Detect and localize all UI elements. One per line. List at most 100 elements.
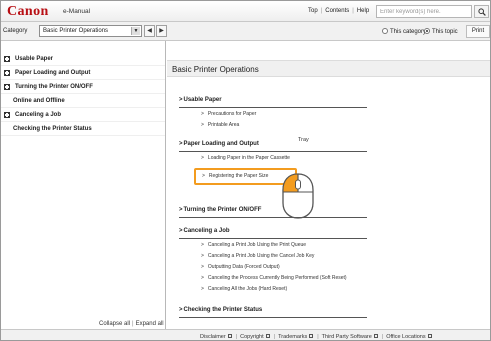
- footer-links: Disclaimer | Copyright | Trademarks | Third Pa…: [200, 334, 433, 340]
- topic-link-label: Precautions for Paper: [207, 111, 257, 117]
- radio-icon: [382, 28, 388, 34]
- bullet-icon: >: [201, 122, 204, 128]
- footer-link-office-locations[interactable]: Office Locations: [386, 334, 425, 340]
- section-title: Paper Loading and Output: [183, 141, 259, 147]
- topic-link-label: Printable Area: [207, 122, 240, 128]
- topic-link[interactable]: > Precautions for Paper: [201, 111, 256, 117]
- expand-all-link[interactable]: Expand all: [136, 321, 164, 327]
- header: Canon e-Manual Top | Contents | Help: [1, 1, 490, 22]
- sidebar-item-turning-on-off[interactable]: Turning the Printer ON/OFF: [1, 80, 165, 94]
- partial-link-text: Tray: [298, 137, 309, 143]
- section-title: Checking the Printer Status: [183, 307, 263, 313]
- chevron-right-icon: >: [179, 97, 183, 103]
- next-topic-button[interactable]: ▶: [156, 25, 167, 37]
- sidebar: Usable Paper Paper Loading and Output Tu…: [1, 41, 166, 329]
- chevron-right-icon: >: [179, 307, 183, 313]
- top-link[interactable]: Top: [308, 8, 318, 14]
- chevron-right-icon: >: [179, 207, 183, 213]
- category-bar: Category Basic Printer Operations ▼ ◀ ▶ …: [1, 22, 490, 41]
- section-heading-paper-loading[interactable]: >Paper Loading and Output: [179, 141, 367, 152]
- sidebar-item-label: Online and Offline: [13, 98, 65, 104]
- section-title: Usable Paper: [183, 97, 222, 103]
- footer-link-trademarks[interactable]: Trademarks: [278, 334, 307, 340]
- footer-link-copyright[interactable]: Copyright: [240, 334, 264, 340]
- sidebar-item-label: Checking the Printer Status: [13, 126, 92, 132]
- footer: Disclaimer | Copyright | Trademarks | Third Pa…: [1, 329, 490, 340]
- topic-link[interactable]: > Printable Area: [201, 122, 239, 128]
- product-name: e-Manual: [63, 8, 91, 15]
- scope-this-topic-label: This topic: [432, 29, 458, 35]
- bullet-icon: >: [201, 264, 204, 270]
- category-selected-value: Basic Printer Operations: [43, 28, 109, 34]
- sidebar-item-printer-status[interactable]: Checking the Printer Status: [1, 122, 165, 136]
- topic-link[interactable]: > Canceling a Print Job Using the Print Q…: [201, 242, 306, 248]
- section-heading-canceling-job[interactable]: >Canceling a Job: [179, 228, 367, 239]
- search-input[interactable]: [376, 5, 472, 18]
- bullet-icon: >: [201, 111, 204, 117]
- topic-link-highlighted[interactable]: > Registering the Paper Size: [202, 173, 268, 179]
- page-title-bar: Basic Printer Operations: [167, 60, 490, 77]
- page-title: Basic Printer Operations: [172, 65, 259, 74]
- separator: |: [320, 8, 323, 14]
- collapse-expand-controls: Collapse all | Expand all: [99, 321, 164, 327]
- search-icon: [478, 8, 486, 16]
- print-button[interactable]: Print: [466, 25, 490, 38]
- topic-link[interactable]: > Loading Paper in the Paper Cassette: [201, 155, 290, 161]
- bullet-icon: >: [201, 275, 204, 281]
- help-link[interactable]: Help: [357, 8, 369, 14]
- contents-link[interactable]: Contents: [325, 8, 349, 14]
- expand-icon[interactable]: [4, 84, 10, 90]
- previous-topic-button[interactable]: ◀: [144, 25, 155, 37]
- external-link-icon: [309, 334, 314, 338]
- sidebar-item-canceling-job[interactable]: Canceling a Job: [1, 108, 165, 122]
- topic-link[interactable]: > Canceling All the Jobs (Hard Reset): [201, 286, 287, 292]
- topic-link-label: Canceling All the Jobs (Hard Reset): [207, 286, 288, 292]
- bullet-icon: >: [201, 155, 204, 161]
- search-button[interactable]: [474, 5, 489, 18]
- bullet-icon: >: [201, 286, 204, 292]
- topic-link[interactable]: > Outputting Data (Forced Output): [201, 264, 280, 270]
- chevron-down-icon: ▼: [131, 27, 140, 35]
- scope-this-category-label: This category: [390, 29, 427, 35]
- topic-link-label: Outputting Data (Forced Output): [207, 264, 280, 270]
- section-heading-usable-paper[interactable]: >Usable Paper: [179, 97, 367, 108]
- top-navigation: Top | Contents | Help: [308, 8, 369, 14]
- separator: |: [235, 334, 238, 340]
- canon-logo: Canon: [7, 4, 49, 19]
- footer-link-disclaimer[interactable]: Disclaimer: [200, 334, 226, 340]
- radio-selected-icon: [424, 28, 430, 34]
- sidebar-item-usable-paper[interactable]: Usable Paper: [1, 52, 165, 66]
- scope-this-topic[interactable]: This topic: [424, 28, 458, 35]
- separator: |: [273, 334, 276, 340]
- separator: |: [381, 334, 384, 340]
- external-link-icon: [427, 334, 432, 338]
- footer-link-third-party[interactable]: Third Party Software: [322, 334, 372, 340]
- emanual-window: Canon e-Manual Top|Contents|Help Categor…: [0, 0, 491, 341]
- external-link-icon: [265, 334, 270, 338]
- expand-icon[interactable]: [4, 56, 10, 62]
- sidebar-item-paper-loading[interactable]: Paper Loading and Output: [1, 66, 165, 80]
- section-title: Turning the Printer ON/OFF: [183, 207, 262, 213]
- category-label: Category: [3, 28, 28, 34]
- topic-link[interactable]: > Canceling the Process Currently Being P…: [201, 275, 347, 281]
- category-select[interactable]: Basic Printer Operations ▼: [39, 25, 142, 37]
- external-link-icon: [227, 334, 232, 338]
- collapse-all-link[interactable]: Collapse all: [99, 321, 130, 327]
- expand-icon[interactable]: [4, 112, 10, 118]
- bullet-icon: >: [201, 242, 204, 248]
- sidebar-item-label: Paper Loading and Output: [15, 70, 91, 76]
- scope-this-category[interactable]: This category: [382, 28, 426, 35]
- sidebar-item-online-offline[interactable]: Online and Offline: [1, 94, 165, 108]
- topic-link-label: Canceling a Print Job Using the Cancel J…: [207, 253, 315, 259]
- section-heading-printer-status[interactable]: >Checking the Printer Status: [179, 307, 367, 318]
- separator: |: [132, 321, 134, 327]
- section-heading-turning-on-off[interactable]: >Turning the Printer ON/OFF: [179, 207, 367, 218]
- topic-link-label: Canceling the Process Currently Being Pe…: [207, 275, 347, 281]
- topic-link[interactable]: > Canceling a Print Job Using the Cancel …: [201, 253, 314, 259]
- sidebar-item-label: Usable Paper: [15, 56, 54, 62]
- separator: |: [317, 334, 319, 340]
- expand-icon[interactable]: [4, 70, 10, 76]
- bullet-icon: >: [202, 173, 205, 179]
- section-title: Canceling a Job: [183, 228, 230, 234]
- chevron-right-icon: >: [179, 141, 183, 147]
